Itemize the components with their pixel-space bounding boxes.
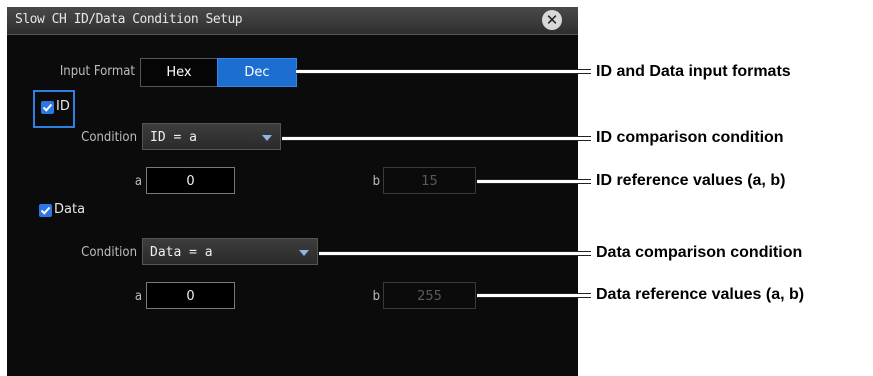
data-condition-dropdown[interactable]: Data = a: [142, 238, 318, 265]
input-format-dec-button[interactable]: Dec: [217, 58, 297, 87]
data-condition-label: Condition: [81, 245, 137, 260]
id-b-label: b: [372, 174, 380, 189]
dialog-title: Slow CH ID/Data Condition Setup: [15, 12, 243, 27]
callout-line-data-condition: [319, 251, 591, 256]
id-checkbox-label: ID: [56, 99, 70, 114]
callout-line-input-formats: [296, 69, 591, 74]
id-condition-value: ID = a: [150, 130, 197, 145]
data-b-label: b: [372, 289, 380, 304]
callout-line-data-values: [477, 293, 591, 298]
chevron-down-icon: [262, 135, 272, 141]
title-bar: Slow CH ID/Data Condition Setup ✕: [7, 7, 578, 35]
condition-setup-dialog: Slow CH ID/Data Condition Setup ✕ Input …: [7, 7, 578, 376]
annotation-input-formats: ID and Data input formats: [596, 63, 791, 80]
id-checkbox-focus[interactable]: ID: [33, 90, 75, 128]
checkmark-icon: [42, 103, 53, 112]
id-checkbox[interactable]: [41, 101, 54, 114]
callout-line-id-condition: [282, 136, 591, 141]
callout-line-id-values: [477, 179, 591, 184]
annotation-id-values: ID reference values (a, b): [596, 172, 786, 189]
checkmark-icon: [40, 206, 51, 215]
data-checkbox-label: Data: [54, 202, 86, 217]
input-format-hex-button[interactable]: Hex: [140, 58, 218, 87]
id-b-input[interactable]: 15: [383, 167, 476, 194]
id-condition-dropdown[interactable]: ID = a: [142, 123, 281, 150]
input-format-label: Input Format: [59, 64, 135, 79]
id-a-input[interactable]: 0: [146, 167, 235, 194]
data-b-input[interactable]: 255: [383, 282, 476, 309]
annotation-data-condition: Data comparison condition: [596, 244, 803, 261]
id-a-label: a: [134, 174, 142, 189]
close-icon[interactable]: ✕: [542, 10, 562, 30]
annotation-id-condition: ID comparison condition: [596, 129, 784, 146]
data-a-label: a: [134, 289, 142, 304]
data-a-input[interactable]: 0: [146, 282, 235, 309]
id-condition-label: Condition: [81, 130, 137, 145]
data-checkbox[interactable]: [39, 204, 52, 217]
annotation-data-values: Data reference values (a, b): [596, 286, 805, 303]
data-condition-value: Data = a: [150, 245, 213, 260]
chevron-down-icon: [299, 250, 309, 256]
